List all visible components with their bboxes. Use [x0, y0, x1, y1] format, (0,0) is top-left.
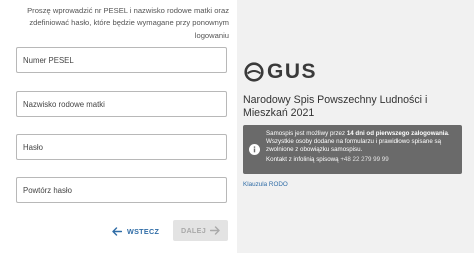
password-field[interactable]	[16, 134, 227, 160]
mother-surname-input[interactable]	[17, 92, 226, 116]
password-input[interactable]	[17, 135, 226, 159]
pesel-input[interactable]	[17, 48, 226, 72]
info-text-start: Samospis jest możliwy przez	[266, 130, 347, 137]
back-button[interactable]: WSTECZ	[112, 222, 159, 240]
password-repeat-input[interactable]	[17, 178, 226, 202]
contact-label: Kontakt z infolinią spisową	[266, 155, 339, 163]
form-instructions: Proszę wprowadzić nr PESEL i nazwisko ro…	[27, 6, 229, 40]
next-button-label: DALEJ	[180, 226, 207, 235]
info-icon	[249, 144, 260, 155]
gus-logo-mark-icon	[244, 62, 264, 82]
contact-phone[interactable]: +48 22 279 99 99	[340, 156, 388, 163]
next-button[interactable]: DALEJ	[173, 220, 228, 241]
back-button-label: WSTECZ	[127, 226, 160, 236]
login-form-panel: Proszę wprowadzić nr PESEL i nazwisko ro…	[0, 0, 237, 253]
rodo-link[interactable]: Klauzula RODO	[243, 181, 288, 188]
gus-logo: GUS	[244, 60, 317, 84]
pesel-field[interactable]	[16, 47, 227, 73]
gus-logo-text: GUS	[267, 60, 318, 83]
info-panel: GUS Narodowy Spis Powszechny Ludności i …	[237, 0, 474, 253]
census-title: Narodowy Spis Powszechny Ludności i Mies…	[243, 94, 428, 119]
info-text: Samospis jest możliwy przez 14 dni od pi…	[266, 130, 456, 164]
password-repeat-field[interactable]	[16, 177, 227, 203]
arrow-left-icon	[112, 226, 122, 236]
contact-line: Kontakt z infolinią spisową +48 22 279 9…	[266, 156, 456, 164]
info-box: Samospis jest możliwy przez 14 dni od pi…	[243, 125, 462, 174]
info-text-highlight: 14 dni od pierwszego zalogowania	[346, 130, 448, 137]
mother-surname-field[interactable]	[16, 91, 227, 117]
arrow-right-icon	[210, 226, 220, 235]
